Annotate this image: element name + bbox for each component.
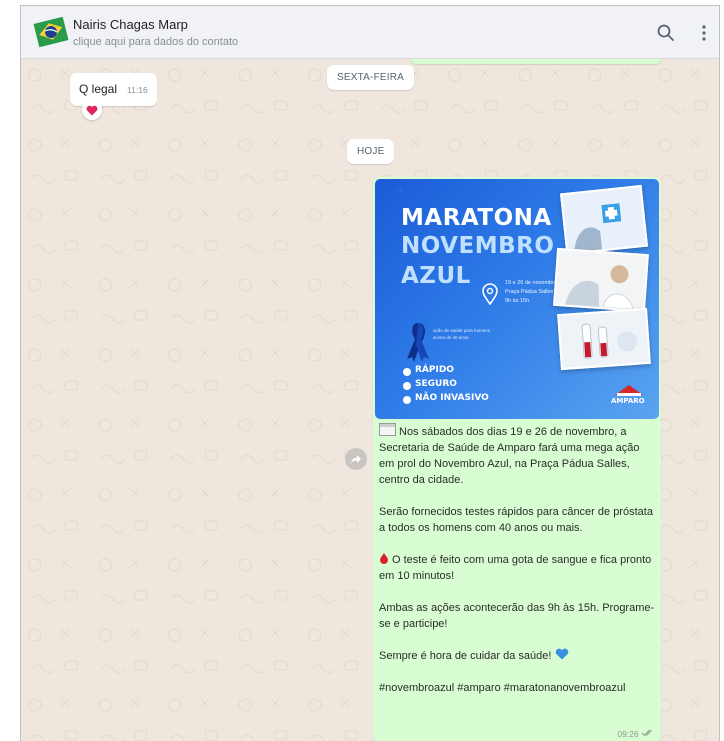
outgoing-message[interactable]: ... MARATONA NOVEMBRO AZUL 19 e 26 de no…	[373, 177, 661, 741]
double-check-icon	[641, 729, 652, 737]
poster-photo-doctor	[559, 184, 649, 256]
message-paragraph-3: O teste é feito com uma gota de sangue e…	[379, 553, 652, 582]
forward-icon[interactable]	[345, 448, 367, 470]
menu-icon[interactable]	[693, 22, 715, 44]
blue-heart-emoji-icon	[555, 648, 569, 662]
contact-subtitle[interactable]: clique aqui para dados do contato	[73, 36, 238, 48]
poster-small-text: ...	[399, 187, 403, 192]
poster-image[interactable]: ... MARATONA NOVEMBRO AZUL 19 e 26 de no…	[375, 179, 659, 419]
poster-bullet-1: RÁPIDO	[415, 365, 454, 375]
outgoing-time: 09:26	[617, 729, 639, 739]
amparo-logo-icon	[615, 385, 643, 396]
avatar[interactable]	[33, 14, 71, 52]
poster-title-line2: NOVEMBRO	[401, 233, 555, 259]
poster-bullet-2: SEGURO	[415, 379, 457, 389]
location-pin-icon	[482, 283, 498, 305]
message-paragraph-4: Ambas as ações acontecerão das 9h às 15h…	[379, 602, 655, 630]
outgoing-message-body: Nos sábados dos dias 19 e 26 de novembro…	[379, 423, 657, 696]
contact-name[interactable]: Nairis Chagas Marp	[73, 17, 188, 32]
calendar-emoji-icon	[379, 423, 396, 436]
chat-window: Nairis Chagas Marp clique aqui para dado…	[20, 5, 720, 741]
poster-title-line1: MARATONA	[401, 205, 552, 231]
date-divider-today: HOJE	[347, 139, 395, 164]
poster-title-line3: AZUL	[401, 263, 471, 289]
incoming-time: 11:16	[127, 85, 148, 95]
chat-area[interactable]: SEXTA-FEIRA HOJE Q legal 11:16 ... MARATO…	[21, 59, 719, 741]
poster-photo-blood-test	[557, 307, 651, 371]
poster-photo-consultation	[553, 247, 649, 313]
outgoing-message-status: 09:26	[617, 729, 655, 739]
incoming-message[interactable]: Q legal 11:16	[70, 73, 157, 106]
blue-ribbon-icon	[407, 323, 429, 362]
date-divider-friday: SEXTA-FEIRA	[327, 65, 415, 90]
message-paragraph-5: Sempre é hora de cuidar da saúde!	[379, 648, 657, 664]
poster-logo-text: AMPARO	[611, 397, 645, 405]
check-bullet-icons	[403, 368, 411, 404]
chat-header[interactable]: Nairis Chagas Marp clique aqui para dado…	[21, 6, 719, 59]
blood-drop-emoji-icon	[379, 553, 392, 566]
message-paragraph-2: Serão fornecidos testes rápidos para cân…	[379, 506, 653, 534]
message-paragraph-1: Nos sábados dos dias 19 e 26 de novembro…	[379, 423, 657, 488]
heart-reaction-icon[interactable]	[82, 100, 102, 120]
poster-description: ação de saúde para homens acima de 40 an…	[433, 328, 491, 340]
previous-bubble-edge	[411, 59, 661, 64]
search-icon[interactable]	[655, 22, 677, 44]
incoming-text: Q legal	[79, 82, 118, 96]
message-hashtags: #novembroazul #amparo #maratonanovembroa…	[379, 682, 626, 694]
poster-bullet-3: NÃO INVASIVO	[415, 393, 489, 403]
